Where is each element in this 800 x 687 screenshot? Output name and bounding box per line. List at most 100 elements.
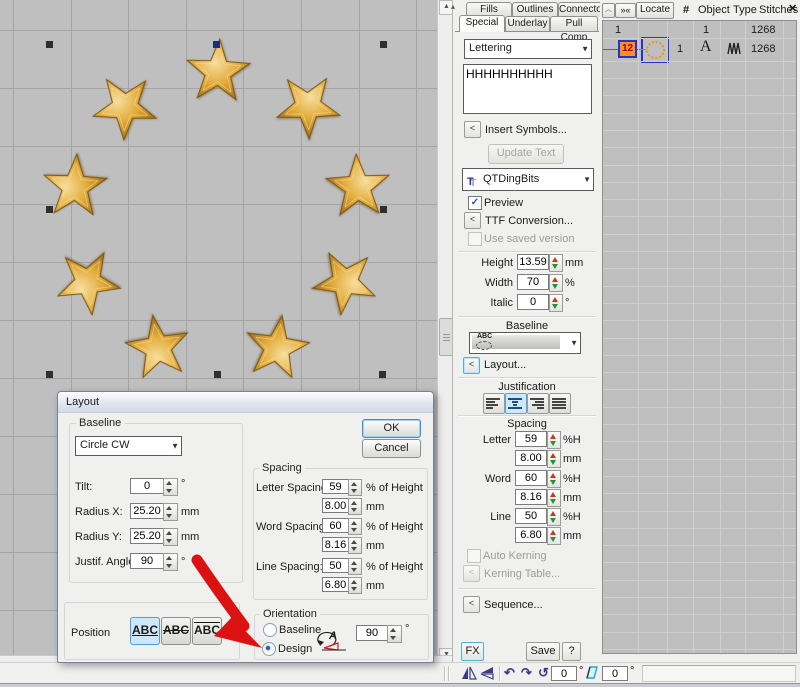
spin-up-arrow[interactable]	[351, 540, 357, 544]
rotate-icon[interactable]: ↺	[538, 665, 549, 681]
tilt-stepper[interactable]	[163, 478, 178, 496]
spin-up-arrow[interactable]	[390, 628, 396, 632]
tab-special[interactable]: Special	[459, 15, 505, 32]
baseline-type-combo[interactable]: Circle CW ▼	[75, 436, 182, 456]
rotate-cw-icon[interactable]: ↷	[521, 665, 532, 681]
letter-spacing-mm-input[interactable]	[322, 498, 349, 513]
tab-connectors[interactable]: Connectors	[558, 2, 602, 17]
color-badge[interactable]: 12	[618, 40, 637, 58]
letter-spacing-pct-stepper[interactable]	[547, 431, 561, 449]
object-type-combo[interactable]: Lettering ▼	[464, 39, 592, 59]
spin-down-arrow[interactable]	[166, 489, 172, 493]
spin-up-arrow[interactable]	[552, 297, 558, 302]
selection-handle[interactable]	[46, 41, 53, 48]
layout-button[interactable]: <	[463, 357, 480, 374]
spin-up-arrow[interactable]	[550, 453, 556, 458]
preview-checkbox[interactable]: ✓	[468, 196, 482, 210]
width-input[interactable]	[517, 274, 549, 290]
skew-icon[interactable]	[586, 666, 600, 680]
spin-down-arrow[interactable]	[351, 508, 357, 512]
tab-outlines[interactable]: Outlines	[512, 2, 558, 17]
spin-up-arrow[interactable]	[166, 481, 172, 485]
justify-right-button[interactable]	[527, 393, 549, 414]
ttf-conversion-button[interactable]: <	[464, 212, 481, 229]
spin-up-arrow[interactable]	[550, 511, 556, 516]
spin-up-arrow[interactable]	[351, 501, 357, 505]
letter-spacing-mm-input[interactable]	[515, 450, 547, 466]
lettering-text-input[interactable]: HHHHHHHHHH	[463, 64, 592, 114]
column-header-object[interactable]: Object	[698, 4, 730, 16]
spin-up-arrow[interactable]	[166, 556, 172, 560]
line-spacing-pct-stepper[interactable]	[547, 508, 561, 526]
selection-handle[interactable]	[380, 41, 387, 48]
spin-down-arrow[interactable]	[550, 537, 556, 542]
close-icon[interactable]: ✕	[788, 2, 797, 15]
spin-up-arrow[interactable]	[351, 482, 357, 486]
spin-up-arrow[interactable]	[351, 580, 357, 584]
line-spacing-mm-input[interactable]	[515, 527, 547, 543]
star-object[interactable]	[226, 297, 328, 399]
height-input[interactable]	[517, 254, 549, 270]
fx-button[interactable]: FX	[461, 642, 484, 661]
spin-down-arrow[interactable]	[550, 460, 556, 465]
word-spacing-pct-input[interactable]	[515, 470, 547, 486]
star-object[interactable]	[295, 232, 396, 333]
orientation-baseline-label[interactable]: Baseline	[279, 624, 321, 636]
line-spacing-pct-input[interactable]	[515, 508, 547, 524]
object-list[interactable]: 1 1 1268 12 1 A 1268	[602, 20, 797, 654]
star-object[interactable]	[309, 138, 407, 236]
orientation-angle-stepper[interactable]	[387, 625, 402, 643]
cancel-button[interactable]: Cancel	[362, 439, 421, 458]
layout-button-label[interactable]: Layout...	[484, 359, 526, 371]
radius-x-stepper[interactable]	[163, 503, 178, 521]
spin-down-arrow[interactable]	[351, 489, 357, 493]
position-overline-button[interactable]: ABC	[192, 617, 222, 645]
star-object[interactable]	[107, 297, 209, 399]
spin-up-arrow[interactable]	[166, 531, 172, 535]
spin-up-arrow[interactable]	[552, 257, 558, 262]
auto-kerning-checkbox[interactable]	[467, 549, 481, 563]
selection-handle[interactable]	[213, 41, 220, 48]
line-spacing-pct-input[interactable]	[322, 558, 349, 573]
star-object[interactable]	[255, 53, 361, 159]
justif-angle-input[interactable]	[130, 553, 164, 569]
position-baseline-button[interactable]: ABC	[130, 617, 160, 645]
baseline-combo[interactable]: ABC ▼	[469, 332, 581, 354]
line-pct-stepper[interactable]	[348, 558, 362, 575]
orientation-baseline-radio[interactable]	[263, 623, 277, 637]
spin-down-arrow[interactable]	[390, 636, 396, 640]
word-mm-stepper[interactable]	[348, 537, 362, 554]
spin-down-arrow[interactable]	[166, 539, 172, 543]
lettering-object-icon[interactable]: A	[700, 38, 712, 56]
word-spacing-mm-input[interactable]	[515, 489, 547, 505]
tab-underlay[interactable]: Underlay	[505, 16, 550, 31]
height-stepper[interactable]	[549, 254, 563, 272]
word-pct-stepper[interactable]	[348, 518, 362, 535]
column-header-number[interactable]: #	[683, 4, 689, 16]
spin-down-arrow[interactable]	[550, 499, 556, 504]
radius-x-input[interactable]	[130, 503, 164, 519]
selection-handle[interactable]	[46, 371, 53, 378]
spin-up-arrow[interactable]	[550, 473, 556, 478]
layout-dialog[interactable]: Layout Baseline Circle CW ▼ Tilt: ° Radi…	[57, 391, 434, 663]
mirror-horizontal-icon[interactable]	[461, 666, 477, 680]
spin-down-arrow[interactable]	[351, 568, 357, 572]
position-strike-button[interactable]: ABC	[161, 617, 191, 645]
mirror-vertical-icon[interactable]	[480, 666, 496, 680]
dialog-titlebar[interactable]: Layout	[58, 392, 433, 413]
spin-down-arrow[interactable]	[351, 528, 357, 532]
star-object[interactable]	[72, 54, 178, 160]
justify-full-button[interactable]	[549, 393, 571, 414]
spin-down-arrow[interactable]	[552, 264, 558, 269]
spin-down-arrow[interactable]	[351, 587, 357, 591]
kerning-table-button[interactable]: <	[463, 565, 480, 582]
column-header-type[interactable]: Type	[733, 4, 757, 16]
ttf-conversion-label[interactable]: TTF Conversion...	[485, 215, 573, 227]
italic-input[interactable]	[517, 294, 549, 310]
collapse-panel-button[interactable]: ︿	[602, 3, 615, 18]
orientation-angle-input[interactable]	[356, 625, 388, 641]
tilt-input[interactable]	[130, 478, 164, 494]
spin-up-arrow[interactable]	[550, 492, 556, 497]
word-spacing-mm-stepper[interactable]	[547, 489, 561, 507]
sequence-button[interactable]: <	[463, 596, 480, 613]
